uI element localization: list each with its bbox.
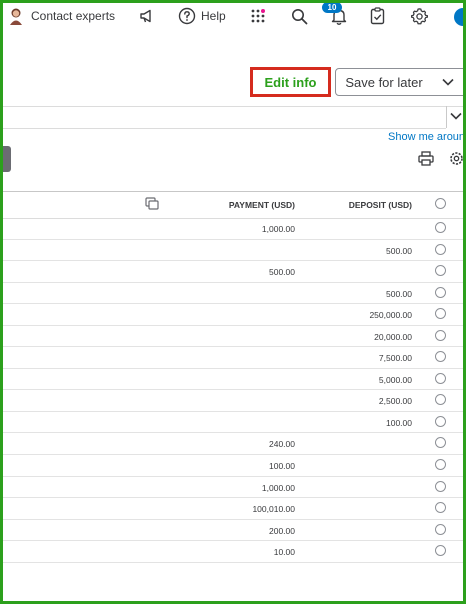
gear-icon[interactable] bbox=[411, 8, 428, 25]
deposit-cell: 7,500.00 bbox=[378, 353, 412, 364]
edit-info-button[interactable]: Edit info bbox=[250, 67, 331, 97]
row-select-radio[interactable] bbox=[435, 329, 446, 341]
row-select-radio[interactable] bbox=[435, 502, 446, 514]
row-select-radio[interactable] bbox=[435, 459, 446, 471]
table-row[interactable]: 250,000.00 bbox=[0, 304, 466, 326]
table-row[interactable]: 1,000.00 bbox=[0, 218, 466, 240]
transactions-table-body: 1,000.00 500.00 500.00 500.00 250,000.00… bbox=[0, 218, 466, 563]
contact-experts-link[interactable]: Contact experts bbox=[31, 9, 115, 23]
table-row[interactable]: 100.00 bbox=[0, 455, 466, 477]
deposit-cell: 5,000.00 bbox=[378, 374, 412, 385]
row-select-radio[interactable] bbox=[435, 523, 446, 535]
row-select-radio[interactable] bbox=[435, 286, 446, 298]
table-row[interactable]: 1,000.00 bbox=[0, 477, 466, 499]
deposit-cell: 20,000.00 bbox=[374, 331, 412, 342]
table-row[interactable]: 5,000.00 bbox=[0, 369, 466, 391]
table-row[interactable]: 500.00 bbox=[0, 261, 466, 283]
row-select-radio[interactable] bbox=[435, 372, 446, 384]
payment-cell: 10.00 bbox=[273, 547, 295, 558]
payment-cell: 100,010.00 bbox=[252, 504, 295, 515]
column-header-deposit[interactable]: DEPOSIT (USD) bbox=[349, 200, 412, 210]
deposit-cell: 500.00 bbox=[386, 245, 412, 256]
top-navigation-bar: Contact experts Help 10 bbox=[0, 0, 466, 34]
row-select-radio[interactable] bbox=[435, 308, 446, 320]
column-header-payment[interactable]: PAYMENT (USD) bbox=[229, 200, 295, 210]
row-select-radio[interactable] bbox=[435, 351, 446, 363]
show-me-around-link[interactable]: Show me aroun bbox=[388, 131, 465, 143]
table-header-row: PAYMENT (USD) DEPOSIT (USD) bbox=[0, 191, 466, 219]
profile-avatar[interactable] bbox=[454, 8, 466, 26]
row-select-radio[interactable] bbox=[435, 222, 446, 233]
table-row[interactable]: 20,000.00 bbox=[0, 326, 466, 348]
sidebar-drag-handle[interactable] bbox=[2, 146, 11, 172]
row-select-radio[interactable] bbox=[435, 265, 446, 277]
payment-cell: 100.00 bbox=[269, 461, 295, 472]
payment-cell: 1,000.00 bbox=[261, 224, 295, 234]
payment-cell: 1,000.00 bbox=[261, 482, 295, 493]
megaphone-icon[interactable] bbox=[139, 8, 155, 24]
table-row[interactable]: 500.00 bbox=[0, 283, 466, 305]
search-icon[interactable] bbox=[291, 8, 308, 25]
payment-cell: 500.00 bbox=[269, 267, 295, 278]
table-row[interactable]: 240.00 bbox=[0, 433, 466, 456]
save-options-dropdown-button[interactable] bbox=[432, 68, 466, 96]
row-select-radio[interactable] bbox=[435, 243, 446, 255]
row-select-radio[interactable] bbox=[435, 480, 446, 492]
payment-cell: 200.00 bbox=[269, 525, 295, 536]
table-row[interactable]: 10.00 bbox=[0, 541, 466, 563]
chevron-down-icon bbox=[442, 78, 454, 86]
notification-count-badge: 10 bbox=[322, 2, 342, 13]
payment-cell: 240.00 bbox=[269, 439, 295, 450]
row-select-radio[interactable] bbox=[435, 415, 446, 427]
print-icon[interactable] bbox=[418, 151, 434, 166]
table-row[interactable]: 2,500.00 bbox=[0, 390, 466, 412]
deposit-cell: 500.00 bbox=[386, 288, 412, 299]
select-all-radio[interactable] bbox=[435, 198, 446, 209]
row-select-radio[interactable] bbox=[435, 545, 446, 557]
help-label[interactable]: Help bbox=[201, 9, 226, 23]
row-select-radio[interactable] bbox=[435, 437, 446, 449]
table-row[interactable]: 500.00 bbox=[0, 240, 466, 262]
help-icon[interactable] bbox=[178, 7, 196, 25]
table-row[interactable]: 200.00 bbox=[0, 520, 466, 542]
panel-collapse-chevron-icon[interactable] bbox=[449, 109, 463, 123]
expert-avatar-icon[interactable] bbox=[8, 7, 24, 25]
panel-vertical-divider bbox=[446, 106, 447, 128]
deposit-cell: 2,500.00 bbox=[378, 396, 412, 407]
tasks-clipboard-icon[interactable] bbox=[370, 7, 385, 25]
table-row[interactable]: 100.00 bbox=[0, 412, 466, 434]
panel-header-divider bbox=[0, 128, 446, 129]
apps-grid-icon[interactable] bbox=[251, 9, 265, 23]
save-for-later-button[interactable]: Save for later bbox=[335, 68, 433, 96]
table-settings-gear-icon[interactable] bbox=[449, 151, 464, 166]
row-select-radio[interactable] bbox=[435, 394, 446, 406]
deposit-cell: 100.00 bbox=[386, 417, 412, 428]
table-row[interactable]: 7,500.00 bbox=[0, 347, 466, 369]
deposit-cell: 250,000.00 bbox=[369, 310, 412, 321]
table-row[interactable]: 100,010.00 bbox=[0, 498, 466, 520]
copy-columns-icon[interactable] bbox=[145, 197, 159, 210]
panel-top-divider bbox=[0, 106, 466, 107]
